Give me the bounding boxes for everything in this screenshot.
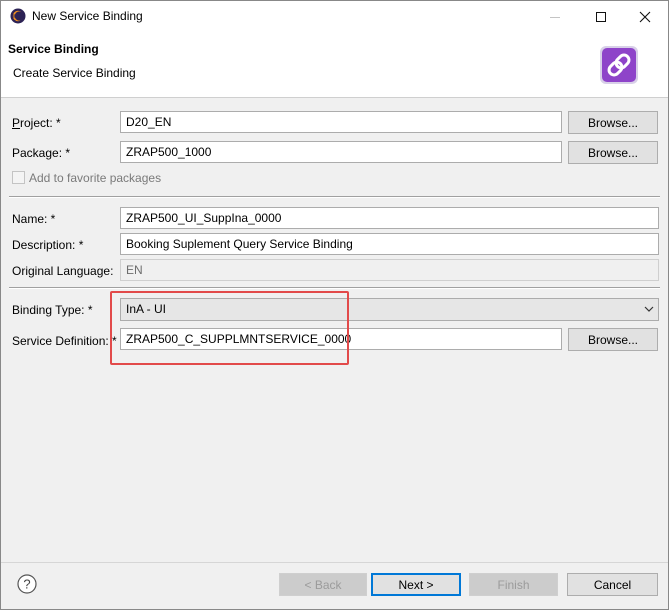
package-field[interactable]: ZRAP500_1000 (120, 141, 562, 163)
dialog-window: New Service Binding Service Binding Crea… (0, 0, 669, 610)
original-language-field: EN (120, 259, 659, 281)
close-button[interactable] (622, 1, 668, 32)
original-language-label: Original Language: (12, 264, 114, 278)
window-title: New Service Binding (32, 9, 143, 23)
project-field[interactable]: D20_EN (120, 111, 562, 133)
back-button[interactable]: < Back (279, 573, 367, 596)
name-field[interactable]: ZRAP500_UI_SuppIna_0000 (120, 207, 659, 229)
divider-highlight (9, 197, 660, 198)
description-field[interactable]: Booking Suplement Query Service Binding (120, 233, 659, 255)
minimize-button[interactable] (532, 1, 578, 32)
package-label: Package: * (12, 146, 71, 160)
favorite-checkbox[interactable] (12, 171, 25, 184)
project-label: Project: * (12, 116, 61, 130)
title-bar: New Service Binding (1, 1, 668, 32)
footer-divider (1, 562, 668, 563)
name-label: Name: * (12, 212, 56, 226)
maximize-button[interactable] (578, 1, 624, 32)
highlight-box (110, 291, 349, 365)
favorite-label: Add to favorite packages (29, 171, 162, 185)
next-button[interactable]: Next > (371, 573, 461, 596)
maximize-icon (596, 11, 606, 22)
close-icon (639, 11, 651, 22)
finish-button[interactable]: Finish (469, 573, 558, 596)
chevron-down-icon (644, 306, 654, 312)
page-subtitle: Create Service Binding (13, 66, 136, 80)
binding-type-label: Binding Type: * (12, 303, 93, 317)
svg-text:?: ? (23, 577, 30, 592)
minimize-icon (550, 16, 560, 18)
cancel-button[interactable]: Cancel (567, 573, 658, 596)
service-definition-label: Service Definition: * (12, 334, 117, 348)
page-title: Service Binding (8, 42, 99, 56)
project-browse-button[interactable]: Browse... (568, 111, 658, 134)
description-label: Description: * (12, 238, 84, 252)
service-binding-wizard-icon (600, 46, 638, 84)
divider-highlight (9, 288, 660, 289)
wizard-header: Service Binding Create Service Binding (1, 32, 668, 98)
help-icon[interactable]: ? (17, 574, 37, 594)
package-browse-button[interactable]: Browse... (568, 141, 658, 164)
service-definition-browse-button[interactable]: Browse... (568, 328, 658, 351)
eclipse-icon (10, 8, 26, 24)
